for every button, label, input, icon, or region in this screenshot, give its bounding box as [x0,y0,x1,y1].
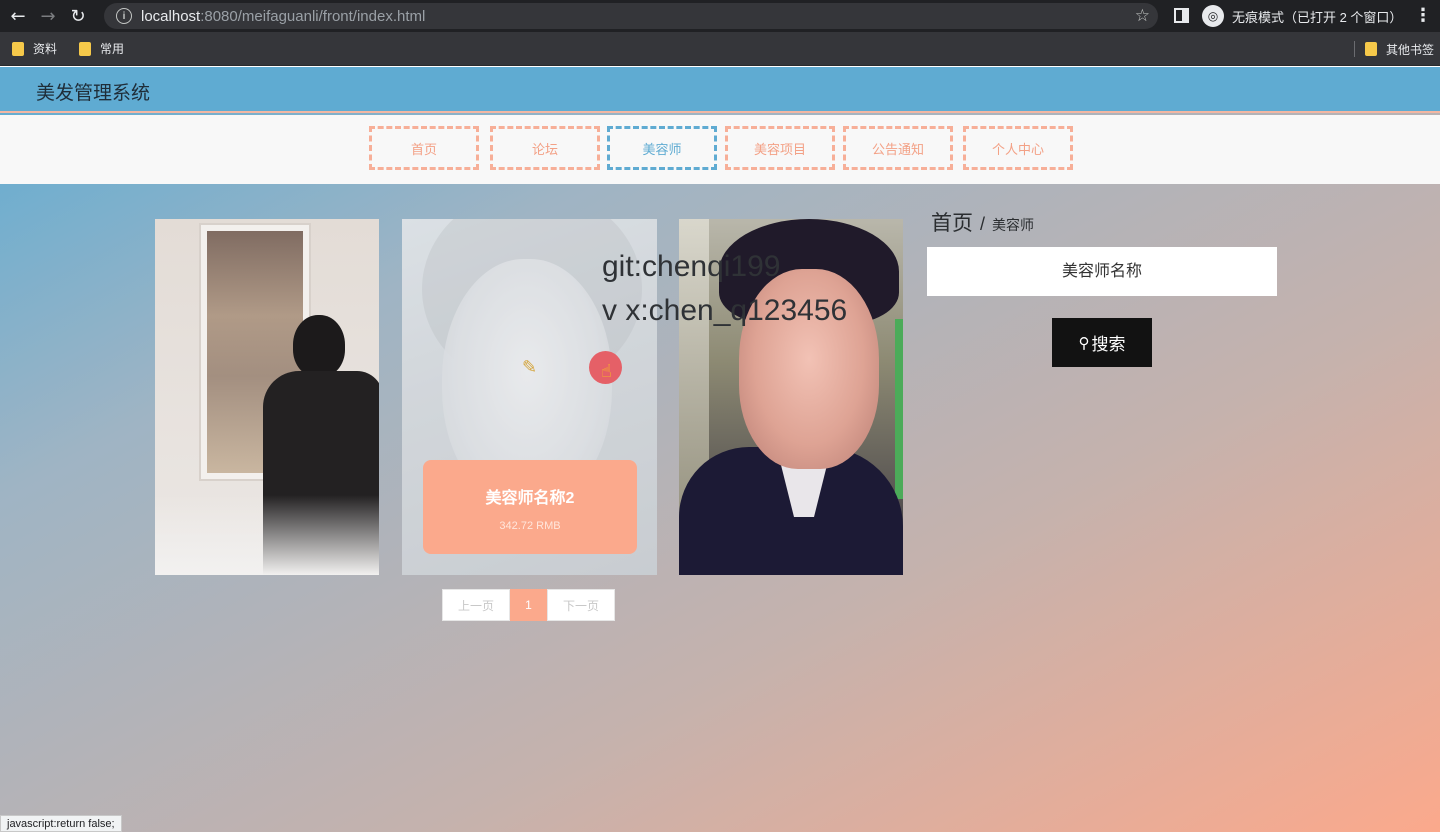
incognito-icon: ◎ [1202,5,1224,27]
pagination: 上一页 1 下一页 [442,589,615,621]
bookmark-label: 常用 [100,42,125,56]
magnifier-icon: ⚲ [1078,334,1090,352]
beautician-card[interactable] [155,219,379,575]
search-button-label: 搜索 [1091,335,1126,354]
incognito-label: 无痕模式（已打开 2 个窗口） [1231,9,1403,25]
back-arrow-icon[interactable]: ← [3,1,33,31]
url-host: localhost [141,7,201,25]
browser-status-bar: javascript:return false; [0,815,122,832]
page-number-button[interactable]: 1 [510,589,547,621]
folder-icon [79,41,92,56]
forward-arrow-icon[interactable]: → [33,1,63,31]
address-bar[interactable]: i localhost:8080/meifaguanli/front/index… [104,3,1158,29]
site-info-icon[interactable]: i [116,8,132,24]
url-path: :8080/meifaguanli/front/index.html [200,7,426,25]
next-page-button[interactable]: 下一页 [547,589,615,621]
breadcrumb: 首页 / 美容师 [931,207,1034,237]
prev-page-button[interactable]: 上一页 [442,589,510,621]
hairpin-icon: ✎ [522,357,538,378]
page-content: 美发管理系统 首页 论坛 美容师 美容项目 公告通知 个人中心 ✎ 美容师名称2… [0,67,1440,832]
side-panel-icon[interactable] [1174,8,1189,23]
bookmarks-divider [1353,41,1355,57]
search-button[interactable]: ⚲ 搜索 [1052,318,1152,367]
hand-cursor-icon: ☝ [601,361,612,382]
nav-item-home[interactable]: 首页 [369,126,479,170]
nav-item-personal-center[interactable]: 个人中心 [963,126,1073,170]
watermark-text: git:chenqi199 v x:chen_q123456 [602,245,847,333]
bookmark-label: 资料 [33,42,58,56]
beautician-price: 342.72 RMB [499,520,561,532]
other-bookmarks[interactable]: 其他书签 [1353,32,1434,66]
bookmark-folder-changyong[interactable]: 常用 [79,40,124,57]
other-bookmarks-label: 其他书签 [1385,42,1434,57]
watermark-line: git:chenqi199 [602,250,781,283]
main-nav: 首页 论坛 美容师 美容项目 公告通知 个人中心 [0,115,1440,184]
beautician-name: 美容师名称2 [485,490,575,507]
nav-item-forum[interactable]: 论坛 [490,126,600,170]
watermark-line: v x:chen_q123456 [602,294,848,327]
folder-icon [12,41,24,56]
reload-icon[interactable]: ↻ [63,1,93,31]
bookmark-folder-ziliao[interactable]: 资料 [12,40,57,57]
incognito-indicator[interactable]: ◎ 无痕模式（已打开 2 个窗口） [1202,3,1402,29]
browser-toolbar: ← → ↻ i localhost:8080/meifaguanli/front… [0,0,1440,32]
bookmark-star-icon[interactable]: ☆ [1135,6,1150,26]
site-title: 美发管理系统 [36,83,151,104]
breadcrumb-current: 美容师 [992,217,1035,233]
nav-item-announcements[interactable]: 公告通知 [843,126,953,170]
card-caption: 美容师名称2 342.72 RMB [423,460,637,554]
browser-menu-icon[interactable]: ⋮ [1414,5,1432,26]
nav-item-beauty-projects[interactable]: 美容项目 [725,126,835,170]
bookmarks-bar: 资料 常用 其他书签 [0,32,1440,66]
breadcrumb-home[interactable]: 首页 [931,207,973,237]
beautician-name-search-input[interactable] [927,247,1277,296]
folder-icon [1364,42,1377,56]
breadcrumb-separator: / [980,214,986,234]
nav-item-beauticians[interactable]: 美容师 [607,126,717,170]
site-header: 美发管理系统 [0,67,1440,113]
